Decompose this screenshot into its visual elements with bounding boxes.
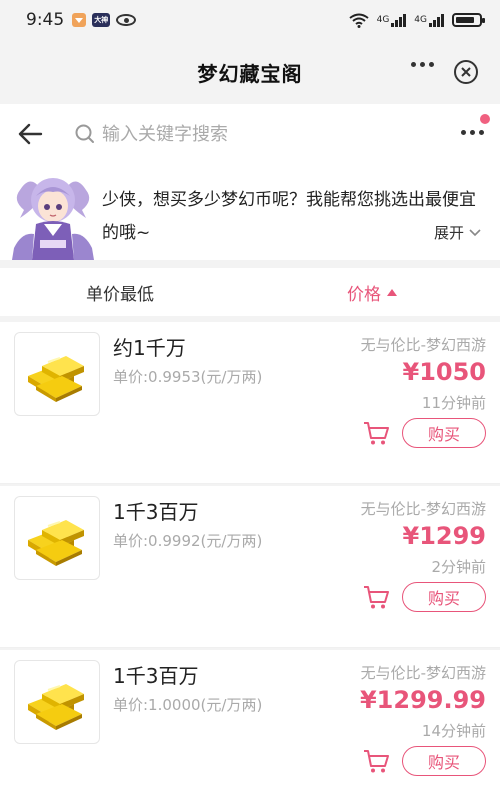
signal-icon-1 [391,13,407,27]
gold-bars-icon [14,332,100,416]
page: 9:45 大神 4G 4G 梦幻藏宝阁 输入关键字搜索 少侠，想买多少梦幻币呢？… [0,0,500,806]
eye-icon [116,14,137,26]
buy-button[interactable]: 购买 [402,746,486,776]
dashen-app-icon: 大神 [92,13,111,27]
chevron-down-icon [469,228,481,236]
buy-button[interactable]: 购买 [402,582,486,612]
cart-icon[interactable] [362,584,390,610]
search-field[interactable] [74,114,394,154]
notification-dot [480,114,490,124]
expand-label: 展开 [433,224,464,242]
battery-icon [452,13,485,27]
listing-time: 14分钟前 [421,722,486,740]
gold-bars-icon [14,496,100,580]
assistant-banner: 少侠，想买多少梦幻币呢？我能帮您挑选出最便宜的哦~ 展开 [0,164,500,260]
gold-bars-icon [14,660,100,744]
assistant-avatar [12,178,94,260]
listing-price: ¥1299 [402,522,487,550]
sort-price-label: 价格 [347,284,381,305]
listing-time: 2分钟前 [431,558,486,576]
network-label-2: 4G [414,15,427,25]
status-time: 9:45 [26,10,65,30]
listing-amount: 1千3百万 [113,500,199,524]
sort-ascending-icon [387,288,397,296]
listing-server: 无与伦比-梦幻西游 [360,336,486,354]
sort-lowest-unit-price[interactable]: 单价最低 [86,280,154,305]
listing-server: 无与伦比-梦幻西游 [360,500,486,518]
cart-icon[interactable] [362,748,390,774]
status-bar: 9:45 大神 4G 4G [0,0,500,40]
network-label-1: 4G [376,15,390,25]
close-icon[interactable] [454,60,478,84]
menu-more-icon[interactable] [461,130,484,135]
listing-unit-price: 单价:0.9953(元/万两) [113,368,263,386]
listing-amount: 1千3百万 [113,664,199,688]
back-button[interactable] [0,104,60,164]
search-icon [75,124,94,143]
listing-unit-price: 单价:0.9992(元/万两) [113,532,263,550]
listing-card[interactable]: 约1千万 单价:0.9953(元/万两) 无与伦比-梦幻西游 ¥1050 11分… [0,322,500,484]
search-input[interactable] [102,123,382,145]
back-arrow-icon [18,123,43,145]
status-right: 4G 4G [348,13,485,28]
title-bar: 梦幻藏宝阁 [0,40,500,104]
listing-price: ¥1299.99 [359,686,486,714]
listing-time: 11分钟前 [421,394,486,412]
buy-button[interactable]: 购买 [402,418,486,448]
more-options-icon[interactable] [411,62,434,67]
wifi-icon [348,13,369,28]
listing-card[interactable]: 1千3百万 单价:1.0000(元/万两) 无与伦比-梦幻西游 ¥1299.99… [0,650,500,806]
search-bar [0,104,500,164]
listing-card[interactable]: 1千3百万 单价:0.9992(元/万两) 无与伦比-梦幻西游 ¥1299 2分… [0,486,500,648]
signal-icon-2 [429,13,444,27]
notification-app-icon [72,13,87,27]
expand-button[interactable]: 展开 [425,216,490,249]
listing-unit-price: 单价:1.0000(元/万两) [113,696,263,714]
sort-by-price[interactable]: 价格 [347,280,397,305]
cart-icon[interactable] [362,420,390,446]
page-title: 梦幻藏宝阁 [197,61,303,86]
listing-amount: 约1千万 [113,336,186,360]
listing-server: 无与伦比-梦幻西游 [360,664,486,682]
sort-bar: 单价最低 价格 [0,268,500,316]
listing-price: ¥1050 [402,358,487,386]
listing-list: 约1千万 单价:0.9953(元/万两) 无与伦比-梦幻西游 ¥1050 11分… [0,322,500,806]
